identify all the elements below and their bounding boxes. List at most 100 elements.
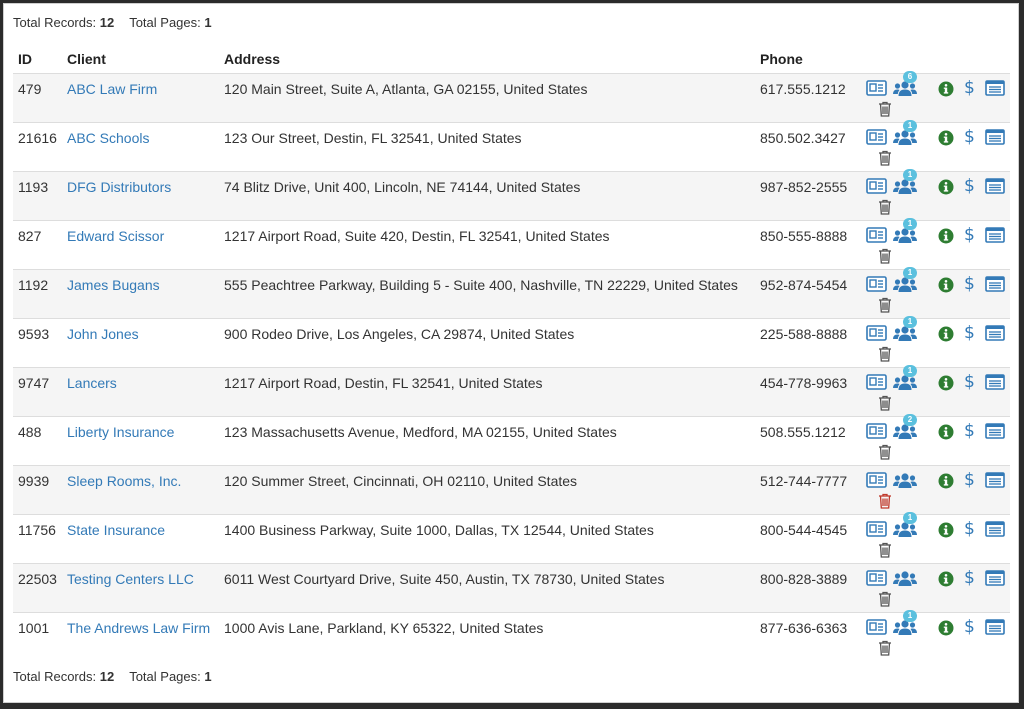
users-icon[interactable] [893,374,917,391]
users-icon[interactable] [893,570,917,587]
dollar-icon[interactable]: $ [964,78,975,98]
trash-icon[interactable] [878,591,892,607]
info-icon[interactable] [938,179,954,195]
list-icon[interactable] [985,423,1005,439]
list-icon[interactable] [985,178,1005,194]
info-icon[interactable] [938,277,954,293]
info-icon[interactable] [938,473,954,489]
info-icon[interactable] [938,326,954,342]
list-icon[interactable] [985,325,1005,341]
list-icon[interactable] [985,619,1005,635]
dollar-icon[interactable]: $ [964,470,975,490]
list-icon[interactable] [985,276,1005,292]
row-actions: $ [861,466,1010,514]
users-icon[interactable] [893,325,917,342]
dollar-icon[interactable]: $ [964,568,975,588]
table-row: 21616 ABC Schools 123 Our Street, Destin… [13,120,1010,172]
address-card-icon[interactable] [866,178,887,194]
address-card-icon[interactable] [866,227,887,243]
dollar-icon[interactable]: $ [964,421,975,441]
users-count-badge: 1 [903,267,917,279]
list-icon[interactable] [985,570,1005,586]
trash-icon[interactable] [878,640,892,656]
table-row: 9593 John Jones 900 Rodeo Drive, Los Ang… [13,316,1010,368]
list-icon[interactable] [985,374,1005,390]
table-row: 11756 State Insurance 1400 Business Park… [13,512,1010,564]
trash-icon[interactable] [878,395,892,411]
info-icon[interactable] [938,620,954,636]
address-card-icon[interactable] [866,276,887,292]
info-icon[interactable] [938,571,954,587]
address-card-icon[interactable] [866,619,887,635]
address-card-icon[interactable] [866,129,887,145]
trash-icon[interactable] [878,444,892,460]
trash-icon[interactable] [878,248,892,264]
client-name-link[interactable]: DFG Distributors [67,179,171,195]
address-card-icon[interactable] [866,80,887,96]
info-icon[interactable] [938,424,954,440]
client-address: 1217 Airport Road, Destin, FL 32541, Uni… [224,375,543,391]
client-name-link[interactable]: John Jones [67,326,139,342]
address-card-icon[interactable] [866,570,887,586]
info-icon[interactable] [938,375,954,391]
trash-icon[interactable] [878,542,892,558]
dollar-icon[interactable]: $ [964,127,975,147]
client-name-link[interactable]: State Insurance [67,522,165,538]
address-card-icon[interactable] [866,423,887,439]
client-id: 1001 [18,620,50,636]
users-icon[interactable] [893,178,917,195]
dollar-icon[interactable]: $ [964,225,975,245]
dollar-icon[interactable]: $ [964,176,975,196]
table-header-row: ID Client Address Phone [13,45,1010,74]
client-id: 827 [18,228,42,244]
client-name-link[interactable]: Testing Centers LLC [67,571,194,587]
client-name-link[interactable]: Edward Scissor [67,228,164,244]
address-card-icon[interactable] [866,521,887,537]
address-card-icon[interactable] [866,472,887,488]
client-name-link[interactable]: The Andrews Law Firm [67,620,210,636]
client-id: 9593 [18,326,50,342]
info-icon[interactable] [938,522,954,538]
trash-icon[interactable] [878,493,892,509]
trash-icon[interactable] [878,297,892,313]
list-icon[interactable] [985,521,1005,537]
client-name-link[interactable]: ABC Schools [67,130,149,146]
info-icon[interactable] [938,228,954,244]
client-name-link[interactable]: Lancers [67,375,117,391]
dollar-icon[interactable]: $ [964,274,975,294]
users-icon[interactable] [893,80,917,97]
list-icon[interactable] [985,472,1005,488]
users-count-badge: 6 [903,71,917,83]
users-icon[interactable] [893,423,917,440]
client-address: 120 Main Street, Suite A, Atlanta, GA 02… [224,81,588,97]
client-name-link[interactable]: ABC Law Firm [67,81,157,97]
dollar-icon[interactable]: $ [964,519,975,539]
users-icon[interactable] [893,521,917,538]
users-icon[interactable] [893,472,917,489]
users-icon[interactable] [893,129,917,146]
list-icon[interactable] [985,80,1005,96]
info-icon[interactable] [938,81,954,97]
users-icon[interactable] [893,227,917,244]
dollar-icon[interactable]: $ [964,372,975,392]
table-row: 9939 Sleep Rooms, Inc. 120 Summer Street… [13,465,1010,515]
info-icon[interactable] [938,130,954,146]
client-id: 9939 [18,473,50,489]
client-phone: 800-544-4545 [760,522,848,538]
address-card-icon[interactable] [866,374,887,390]
client-name-link[interactable]: Liberty Insurance [67,424,174,440]
client-name-link[interactable]: Sleep Rooms, Inc. [67,473,181,489]
client-name-link[interactable]: James Bugans [67,277,160,293]
list-icon[interactable] [985,129,1005,145]
trash-icon[interactable] [878,150,892,166]
trash-icon[interactable] [878,101,892,117]
row-actions: 1 $ [861,365,1010,416]
list-icon[interactable] [985,227,1005,243]
users-icon[interactable] [893,276,917,293]
trash-icon[interactable] [878,199,892,215]
address-card-icon[interactable] [866,325,887,341]
dollar-icon[interactable]: $ [964,617,975,637]
users-icon[interactable] [893,619,917,636]
dollar-icon[interactable]: $ [964,323,975,343]
trash-icon[interactable] [878,346,892,362]
